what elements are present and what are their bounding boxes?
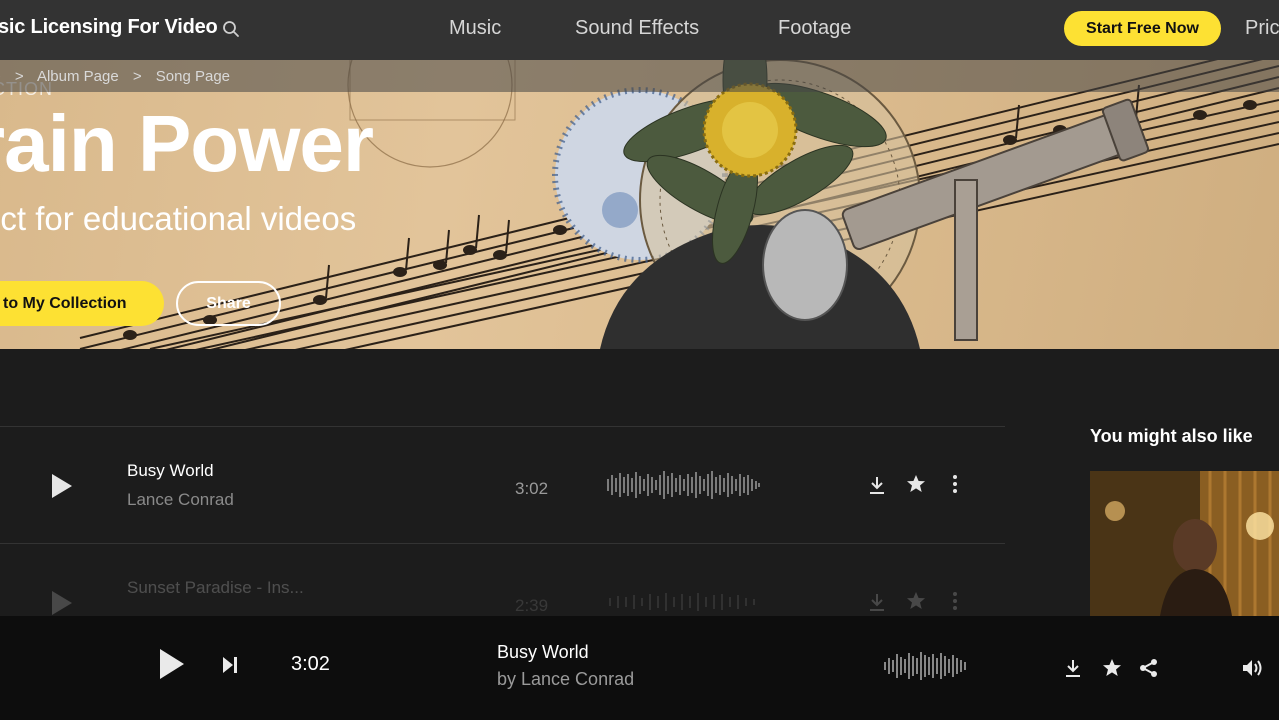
video-thumbnail-image xyxy=(1090,471,1279,616)
star-icon[interactable] xyxy=(906,474,926,494)
more-vertical-icon[interactable] xyxy=(945,474,965,494)
waveform[interactable] xyxy=(606,465,761,505)
share-button[interactable]: Share xyxy=(176,281,281,326)
track-title[interactable]: Busy World xyxy=(127,461,214,481)
track-duration: 3:02 xyxy=(515,479,549,498)
star-icon[interactable] xyxy=(906,591,926,611)
player-time: 3:02 xyxy=(291,653,330,675)
breadcrumb-separator: > xyxy=(14,68,24,85)
download-icon[interactable] xyxy=(867,475,887,495)
breadcrumb-item[interactable]: ge xyxy=(0,68,1,85)
track-artist[interactable]: Lance Conrad xyxy=(127,490,234,510)
recommendations-heading: You might also like xyxy=(1090,426,1253,446)
play-icon[interactable] xyxy=(50,590,74,616)
breadcrumb-item-song: Song Page xyxy=(155,68,231,85)
audio-player: 3:02 Busy World by Lance Conrad xyxy=(0,616,1279,720)
breadcrumb-separator: > xyxy=(132,68,142,85)
player-track-title[interactable]: Busy World xyxy=(497,642,589,663)
brand-logo-text[interactable]: sic Licensing For Video xyxy=(0,16,218,39)
breadcrumb-bar: ge > Album Page > Song Page xyxy=(0,60,1279,92)
track-row[interactable]: Busy World Lance Conrad 3:02 xyxy=(0,427,1005,544)
app-root: sic Licensing For Video Music Sound Effe… xyxy=(0,0,1279,720)
star-icon[interactable] xyxy=(1102,658,1122,678)
page-title: rain Power xyxy=(0,99,374,188)
nav-link-sound-effects[interactable]: Sound Effects xyxy=(575,17,699,40)
breadcrumb-item-album[interactable]: Album Page xyxy=(37,68,119,85)
play-icon[interactable] xyxy=(50,473,74,499)
nav-link-footage[interactable]: Footage xyxy=(778,17,851,40)
start-free-button[interactable]: Start Free Now xyxy=(1064,11,1221,46)
share-icon[interactable] xyxy=(1139,658,1159,678)
top-nav: sic Licensing For Video Music Sound Effe… xyxy=(0,0,1279,60)
volume-icon[interactable] xyxy=(1242,658,1266,678)
download-icon[interactable] xyxy=(867,592,887,612)
track-duration: 2:39 xyxy=(515,596,549,615)
hero-subtitle: ect for educational videos xyxy=(0,200,357,237)
download-icon[interactable] xyxy=(1063,658,1083,678)
more-vertical-icon[interactable] xyxy=(945,591,965,611)
player-waveform[interactable] xyxy=(883,648,969,684)
breadcrumb: ge > Album Page > Song Page xyxy=(0,68,240,85)
nav-link-pricing[interactable]: Pric xyxy=(1245,17,1279,40)
add-to-collection-button[interactable]: to My Collection xyxy=(0,281,164,326)
track-title[interactable]: Sunset Paradise - Ins... xyxy=(127,578,304,598)
next-icon[interactable] xyxy=(222,656,238,674)
recommendation-thumbnail[interactable] xyxy=(1090,471,1279,616)
search-icon[interactable] xyxy=(222,20,240,38)
nav-link-music[interactable]: Music xyxy=(449,17,501,40)
player-track-artist[interactable]: by Lance Conrad xyxy=(497,669,634,690)
play-icon[interactable] xyxy=(158,648,186,680)
